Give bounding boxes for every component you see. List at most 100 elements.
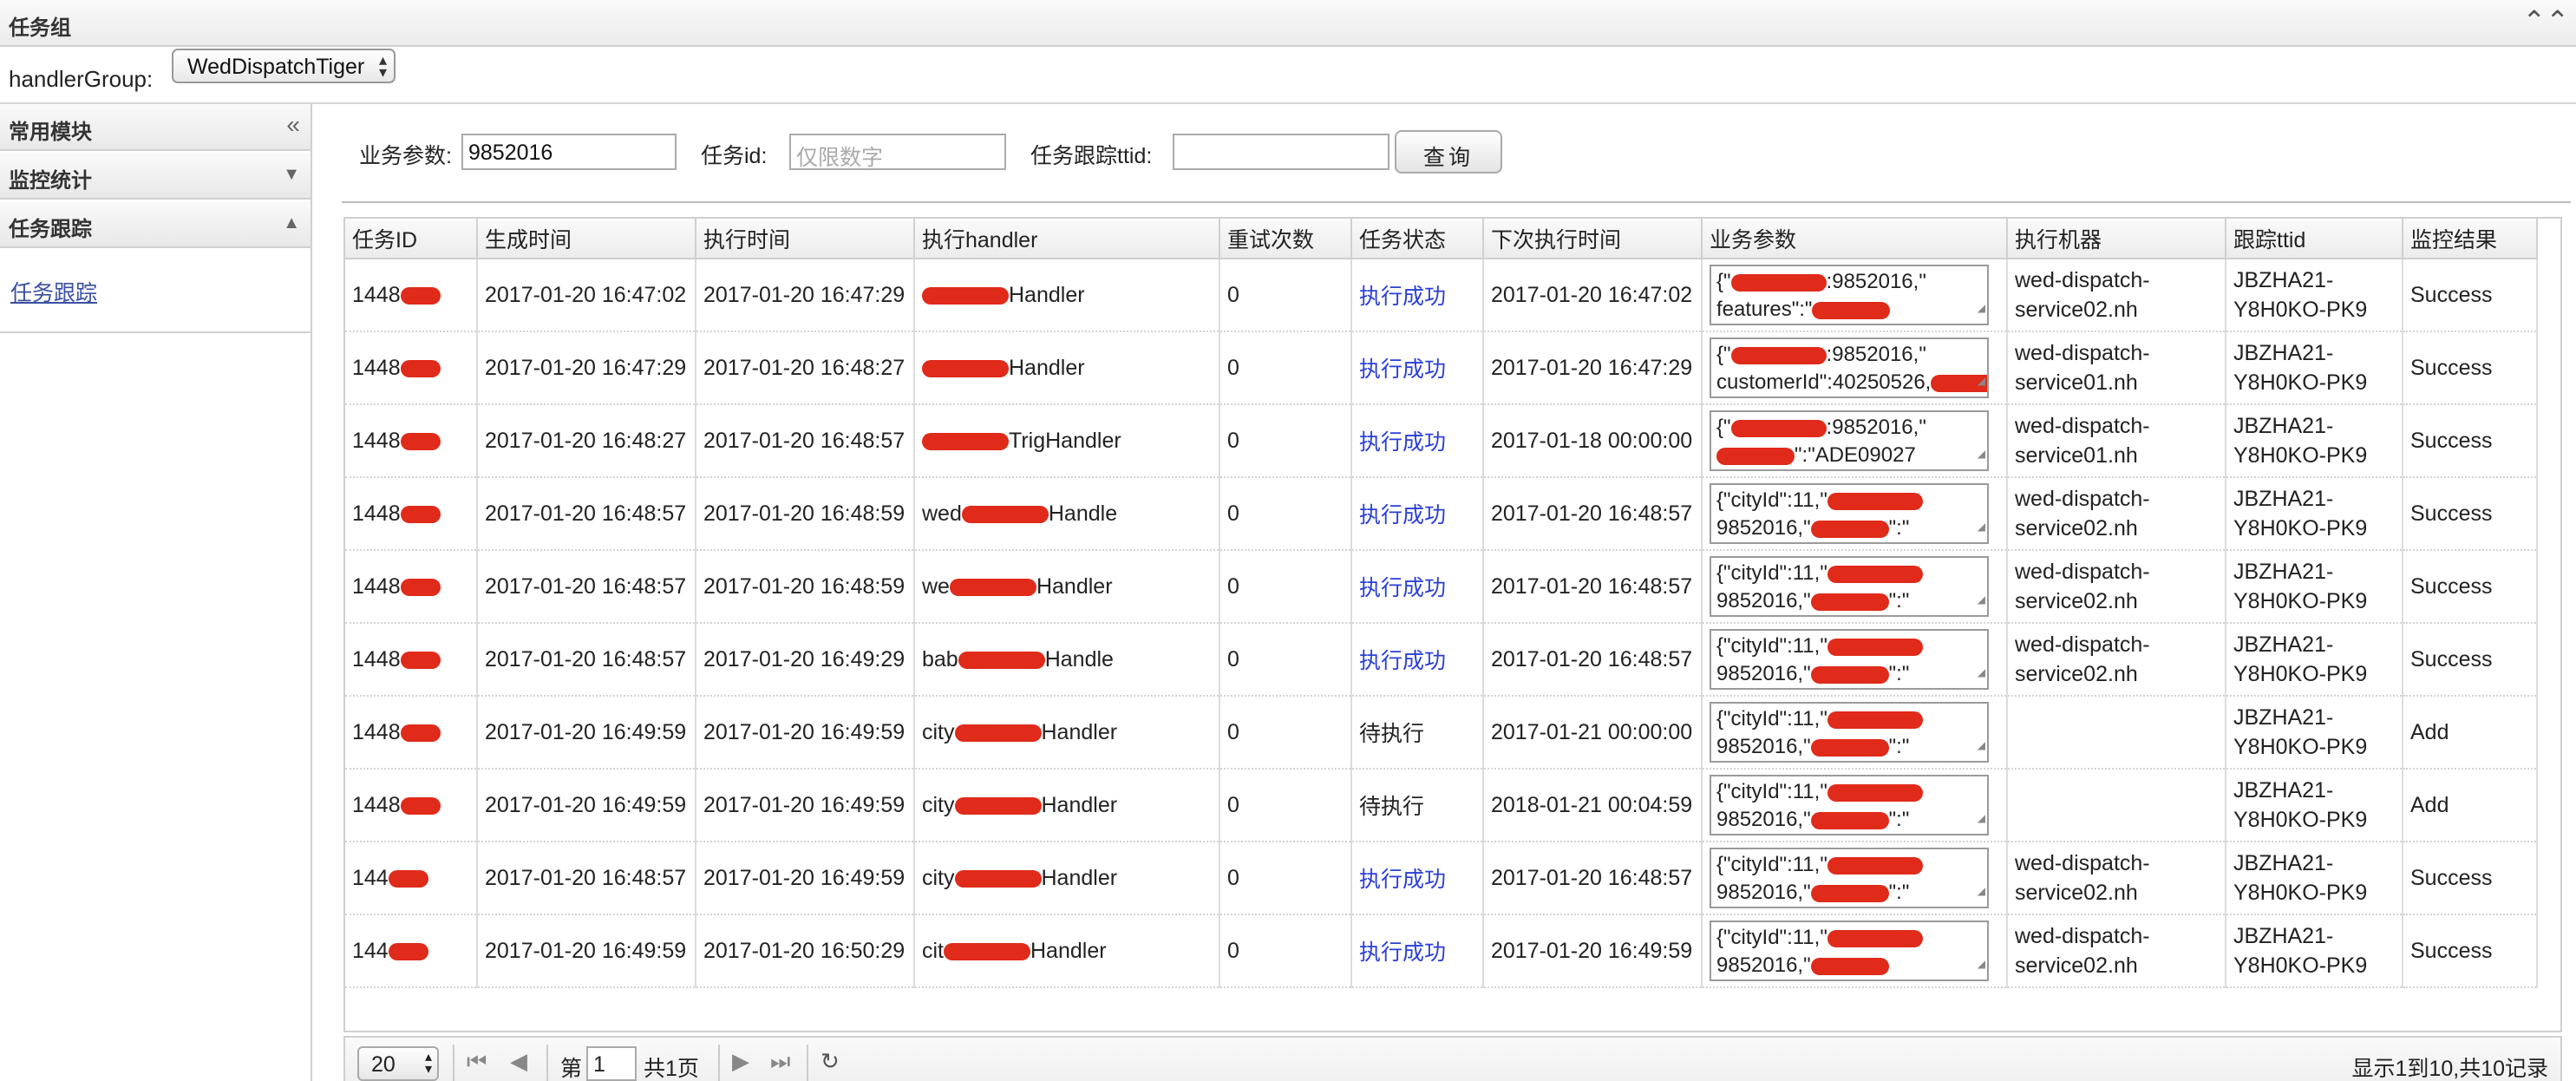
biz-param-textarea[interactable]: {"cityId":11," 9852016," ◢ [1710, 920, 1989, 981]
column-header[interactable]: 生成时间 [477, 219, 696, 259]
param-line-1-tail: :9852016," [1826, 270, 1926, 293]
machine-cell [2007, 769, 2226, 842]
column-header[interactable]: 业务参数 [1702, 219, 2008, 259]
resize-handle-icon[interactable]: ◢ [1978, 950, 1985, 978]
first-page-icon[interactable]: ⏮ [467, 1048, 487, 1076]
task-status-cell[interactable]: 执行成功 [1351, 550, 1484, 624]
resize-handle-icon[interactable]: ◢ [1978, 367, 1985, 395]
column-header[interactable]: 任务ID [345, 219, 478, 259]
table-row[interactable]: 1448 2017-01-20 16:49:59 2017-01-20 16:49:… [345, 696, 2538, 770]
next-page-icon[interactable]: ▶ [732, 1048, 749, 1075]
task-id: 1448 [352, 573, 401, 599]
collapse-up-icon[interactable]: ⌃⌃ [2522, 5, 2569, 36]
handler-cell: bab Handle [914, 623, 1220, 697]
redaction-mark [1827, 492, 1923, 510]
retry-count-cell: 0 [1219, 842, 1352, 915]
biz-param-input[interactable]: 9852016 [461, 134, 677, 170]
column-header[interactable]: 下次执行时间 [1483, 219, 1703, 259]
column-header[interactable]: 跟踪ttid [2226, 219, 2403, 259]
handler-group-select[interactable]: WedDispatchTiger ▴ ▾ [172, 49, 396, 83]
table-row[interactable]: 1448 2017-01-20 16:47:02 2017-01-20 16:47:… [345, 259, 2538, 332]
task-id: 1448 [352, 501, 401, 526]
task-status-cell[interactable]: 执行成功 [1351, 914, 1484, 988]
redaction-mark [954, 796, 1042, 815]
param-line-1: {"cityId":11," [1716, 926, 1827, 949]
table-row[interactable]: 1448 2017-01-20 16:48:57 2017-01-20 16:48:… [345, 550, 2538, 624]
biz-param-textarea[interactable]: {"cityId":11," 9852016," ":" ◢ [1710, 556, 1989, 617]
task-status-cell[interactable]: 执行成功 [1351, 259, 1484, 332]
resize-handle-icon[interactable]: ◢ [1978, 804, 1985, 832]
task-status-cell[interactable]: 执行成功 [1351, 623, 1484, 697]
resize-handle-icon[interactable]: ◢ [1978, 731, 1985, 759]
biz-param-textarea[interactable]: {"cityId":11," 9852016," ":" ◢ [1710, 775, 1989, 835]
sidebar-section-monitor[interactable]: 监控统计 ▼ [0, 153, 311, 200]
sidebar-section-common[interactable]: 常用模块 « [0, 104, 311, 151]
table-row[interactable]: 144 2017-01-20 16:49:59 2017-01-20 16:50:2… [345, 914, 2538, 988]
resize-handle-icon[interactable]: ◢ [1978, 440, 1985, 468]
param-line-2: 9852016," [1716, 516, 1811, 540]
param-line-1-tail: :9852016," [1826, 343, 1926, 366]
created-time-cell: 2017-01-20 16:48:57 [477, 623, 696, 697]
task-status-cell[interactable]: 执行成功 [1351, 477, 1484, 551]
redaction-mark [949, 578, 1036, 596]
page-count-label: 共1页 [644, 1057, 699, 1081]
task-status-cell[interactable]: 待执行 [1351, 696, 1484, 770]
table-row[interactable]: 1448 2017-01-20 16:48:57 2017-01-20 16:48:… [345, 477, 2538, 551]
column-header[interactable]: 执行handler [914, 219, 1220, 259]
page-number-input[interactable]: 1 [586, 1046, 637, 1081]
redaction-mark [400, 796, 441, 815]
prev-page-icon[interactable]: ◀ [510, 1048, 527, 1075]
biz-param-cell: {":9852016," customerId":40250526, ◢ [1702, 331, 2008, 405]
ttid-cell: JBZHA21-Y8H0KO-PK9 [2226, 623, 2403, 697]
double-chevron-left-icon[interactable]: « [286, 111, 300, 139]
biz-param-textarea[interactable]: {":9852016," customerId":40250526, ◢ [1710, 337, 1989, 398]
task-id-cell: 1448 [345, 477, 478, 551]
last-page-icon[interactable]: ⏭ [770, 1048, 790, 1076]
biz-param-textarea[interactable]: {"cityId":11," 9852016," ":" ◢ [1710, 483, 1989, 544]
param-line-2-tail: ":" [1888, 662, 1910, 685]
task-id-input[interactable]: 仅限数字 [789, 134, 1006, 170]
sidebar-section-tracking[interactable]: 任务跟踪 ▲ [0, 201, 311, 248]
table-row[interactable]: 1448 2017-01-20 16:49:59 2017-01-20 16:49:… [345, 769, 2538, 842]
column-header[interactable]: 重试次数 [1219, 219, 1352, 259]
handler-prefix: bab [922, 646, 958, 672]
sidebar-item-task-tracking[interactable]: 任务跟踪 [10, 276, 97, 307]
refresh-icon[interactable]: ↻ [821, 1048, 840, 1075]
task-status-cell[interactable]: 待执行 [1351, 769, 1484, 842]
task-status-cell[interactable]: 执行成功 [1351, 842, 1484, 915]
handler-prefix: we [922, 573, 950, 599]
page-size-select[interactable]: 20 ▴ ▾ [357, 1046, 439, 1081]
search-button[interactable]: 查询 [1395, 130, 1502, 174]
column-header[interactable]: 任务状态 [1351, 219, 1484, 259]
biz-param-textarea[interactable]: {":9852016," ":"ADE09027 ◢ [1710, 410, 1989, 471]
biz-param-textarea[interactable]: {"cityId":11," 9852016," ":" ◢ [1710, 848, 1989, 908]
handler-cell: TrigHandler [914, 404, 1220, 478]
chevron-down-icon: ▼ [283, 165, 300, 184]
ttid-cell: JBZHA21-Y8H0KO-PK9 [2226, 550, 2403, 624]
resize-handle-icon[interactable]: ◢ [1978, 586, 1985, 613]
biz-param-textarea[interactable]: {"cityId":11," 9852016," ":" ◢ [1710, 629, 1989, 690]
redaction-mark [922, 432, 1009, 450]
task-status-cell[interactable]: 执行成功 [1351, 404, 1484, 478]
table-row[interactable]: 144 2017-01-20 16:48:57 2017-01-20 16:49:5… [345, 842, 2538, 915]
resize-handle-icon[interactable]: ◢ [1978, 513, 1985, 540]
task-id-label: 任务id: [701, 144, 768, 168]
resize-handle-icon[interactable]: ◢ [1978, 877, 1985, 905]
biz-param-textarea[interactable]: {":9852016," features":" ◢ [1710, 265, 1989, 325]
resize-handle-icon[interactable]: ◢ [1978, 658, 1985, 686]
record-count-info: 显示1到10,共10记录 [2351, 1057, 2548, 1081]
ttid-input[interactable] [1173, 134, 1389, 170]
table-row[interactable]: 1448 2017-01-20 16:48:27 2017-01-20 16:48:… [345, 404, 2538, 478]
executed-time-cell: 2017-01-20 16:49:59 [696, 696, 915, 770]
resize-handle-icon[interactable]: ◢ [1978, 294, 1985, 322]
column-header[interactable]: 监控结果 [2403, 219, 2538, 259]
table-row[interactable]: 1448 2017-01-20 16:47:29 2017-01-20 16:48:… [345, 331, 2538, 405]
table-row[interactable]: 1448 2017-01-20 16:48:57 2017-01-20 16:49:… [345, 623, 2538, 697]
handler-suffix: Handler [1009, 355, 1085, 380]
task-status-cell[interactable]: 执行成功 [1351, 331, 1484, 405]
column-header[interactable]: 执行时间 [696, 219, 915, 259]
biz-param-cell: {"cityId":11," 9852016," ":" ◢ [1702, 696, 2008, 770]
redaction-mark [1810, 884, 1889, 902]
column-header[interactable]: 执行机器 [2007, 219, 2226, 259]
biz-param-textarea[interactable]: {"cityId":11," 9852016," ":" ◢ [1710, 702, 1989, 763]
